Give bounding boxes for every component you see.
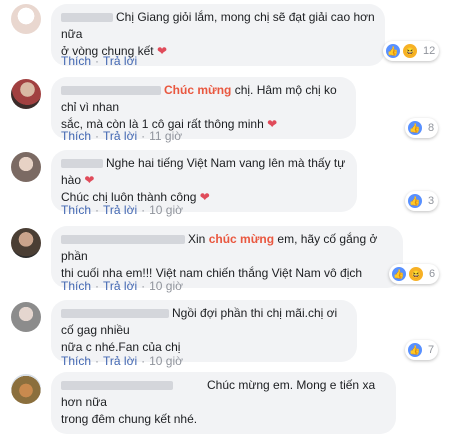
comment-text: Nghe hai tiếng Việt Nam vang lên mà thấy… (61, 156, 346, 187)
like-reaction-icon: 👍 (391, 266, 407, 282)
haha-reaction-icon: 😆 (408, 266, 424, 282)
like-link[interactable]: Thích (61, 279, 91, 293)
comment-actions: Thích · Trả lời · 10 giờ (61, 203, 183, 217)
reaction-summary[interactable]: 👍 8 (405, 118, 439, 138)
comment-bubble: Chúc mừng em. Mong e tiến xa hơn nữa tro… (51, 372, 396, 434)
like-link[interactable]: Thích (61, 354, 91, 368)
comment-time[interactable]: 10 giờ (149, 354, 183, 368)
avatar[interactable] (11, 79, 41, 109)
haha-reaction-icon: 😆 (402, 43, 418, 59)
like-reaction-icon: 👍 (385, 43, 401, 59)
like-link[interactable]: Thích (61, 129, 91, 143)
avatar[interactable] (11, 302, 41, 332)
blurred-author-name[interactable] (61, 86, 161, 96)
heart-emoji-icon: ❤ (84, 173, 95, 187)
reply-link[interactable]: Trả lời (103, 54, 137, 68)
blurred-author-name[interactable] (61, 381, 173, 391)
avatar[interactable] (11, 152, 41, 182)
reply-link[interactable]: Trả lời (103, 203, 137, 217)
reply-link[interactable]: Trả lời (103, 279, 137, 293)
highlight-text: Chúc mừng (164, 83, 232, 97)
comment-time[interactable]: 11 giờ (149, 129, 182, 143)
comment-text: nữa c nhé.Fan của chị (61, 340, 181, 354)
highlight-text: chúc mừng (208, 232, 275, 246)
avatar[interactable] (11, 228, 41, 258)
reaction-summary[interactable]: 👍 😆 12 (383, 41, 440, 61)
comment-text: Xin (188, 232, 209, 246)
blurred-author-name[interactable] (61, 13, 113, 23)
comment-actions: Thích · Trả lời · 11 giờ (61, 129, 183, 143)
comment-time[interactable]: 10 giờ (149, 279, 183, 293)
heart-emoji-icon: ❤ (199, 190, 210, 204)
reaction-count: 6 (429, 268, 436, 280)
like-link[interactable]: Thích (61, 54, 91, 68)
comment-bubble: Ngồi đợi phần thi chị mãi.chị ơi cố gag … (51, 300, 357, 362)
like-reaction-icon: 👍 (407, 193, 423, 209)
reaction-summary[interactable]: 👍 7 (405, 340, 439, 360)
heart-emoji-icon: ❤ (156, 44, 168, 58)
blurred-author-name[interactable] (61, 235, 185, 245)
reaction-count: 3 (428, 195, 435, 207)
reply-link[interactable]: Trả lời (103, 354, 137, 368)
blurred-author-name[interactable] (61, 309, 169, 319)
comment-text: Chúc chị luôn thành công (61, 190, 197, 204)
comment-text: trong đêm chung kết nhé. (61, 412, 198, 426)
reaction-count: 12 (423, 45, 436, 57)
blurred-author-name[interactable] (61, 159, 103, 169)
reply-link[interactable]: Trả lời (103, 129, 137, 143)
like-reaction-icon: 👍 (407, 342, 423, 358)
comment-text: thi cuối nha em!!! Việt nam chiến thắng … (61, 266, 363, 280)
avatar[interactable] (11, 4, 41, 34)
avatar[interactable] (11, 374, 41, 404)
comment-actions: Thích · Trả lời · 10 giờ (61, 279, 183, 293)
comment-actions: Thích · Trả lời · 10 giờ (61, 354, 183, 368)
reaction-summary[interactable]: 👍 3 (405, 191, 439, 211)
like-reaction-icon: 👍 (407, 120, 423, 136)
reaction-summary[interactable]: 👍 😆 6 (389, 264, 440, 284)
reaction-count: 8 (428, 122, 435, 134)
comment-time[interactable]: 10 giờ (149, 203, 183, 217)
reaction-count: 7 (428, 344, 435, 356)
like-link[interactable]: Thích (61, 203, 91, 217)
comment-actions: Thích · Trả lời (61, 54, 138, 68)
heart-emoji-icon: ❤ (267, 117, 278, 131)
